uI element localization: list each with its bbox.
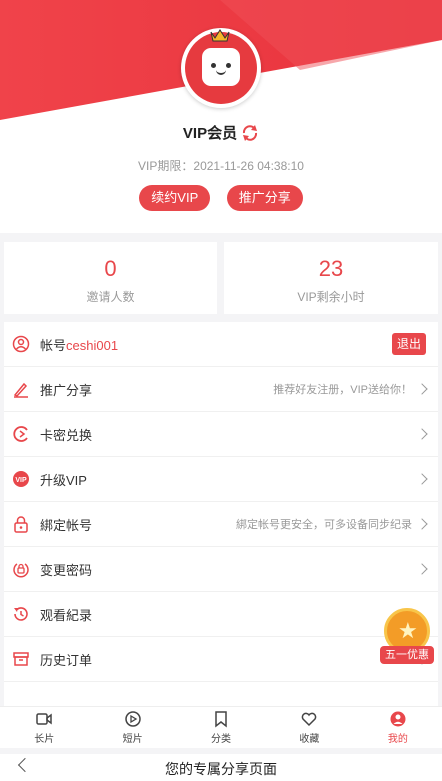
tab-short-videos[interactable]: 短片 bbox=[88, 707, 176, 748]
vip-title: VIP会员 bbox=[0, 122, 442, 145]
user-circle-icon bbox=[12, 335, 30, 353]
password-icon bbox=[12, 560, 30, 578]
chevron-right-icon bbox=[416, 563, 428, 575]
crown-icon bbox=[210, 29, 230, 42]
menu-item-order-history[interactable]: 历史订单 bbox=[4, 637, 438, 682]
tab-label: 短片 bbox=[122, 734, 143, 745]
menu-item-bind-account[interactable]: 綁定帐号 綁定帐号更安全，可多设备同步纪录 bbox=[4, 502, 438, 547]
menu-item-upgrade-vip[interactable]: VIP 升级VIP bbox=[4, 457, 438, 502]
bookmark-icon bbox=[215, 711, 227, 728]
vip-hours-label: VIP剩余小时 bbox=[297, 290, 365, 304]
lock-icon bbox=[12, 515, 30, 533]
tab-label: 收藏 bbox=[299, 734, 320, 745]
menu-item-watch-history[interactable]: 观看紀录 bbox=[4, 592, 438, 637]
menu-item-share[interactable]: 推广分享 推荐好友注册，VIP送给你！ bbox=[4, 367, 438, 412]
tab-long-videos[interactable]: 长片 bbox=[0, 707, 88, 748]
chevron-right-icon bbox=[416, 473, 428, 485]
invites-label: 邀请人数 bbox=[86, 290, 135, 304]
tab-label: 我的 bbox=[387, 734, 408, 745]
vip-hours-count: 23 bbox=[318, 256, 344, 281]
menu-item-change-password[interactable]: 变更密码 bbox=[4, 547, 438, 592]
tab-favorites[interactable]: 收藏 bbox=[265, 707, 353, 748]
page-title: 您的专属分享页面 bbox=[165, 761, 277, 777]
menu-item-label: 推广分享 bbox=[40, 382, 93, 398]
tab-mine[interactable]: 我的 bbox=[354, 707, 442, 748]
promo-badge-label: 五一优惠 bbox=[380, 646, 434, 664]
chevron-right-icon bbox=[416, 428, 428, 440]
card-icon bbox=[12, 425, 30, 443]
promo-badge[interactable]: ★ 五一优惠 bbox=[380, 608, 434, 666]
user-icon bbox=[390, 711, 406, 727]
menu-item-label: 变更密码 bbox=[40, 562, 93, 578]
menu-item-label: 卡密兑换 bbox=[40, 427, 93, 443]
menu-item-label: 历史订单 bbox=[40, 652, 93, 668]
pen-icon bbox=[12, 380, 30, 398]
play-icon bbox=[124, 711, 141, 727]
order-icon bbox=[12, 650, 30, 668]
bottom-nav-bar: 您的专属分享页面 bbox=[0, 754, 442, 781]
video-icon bbox=[36, 713, 52, 725]
heart-icon bbox=[302, 712, 317, 727]
menu-item-label: 升级VIP bbox=[40, 472, 87, 488]
menu-item-hint: 推荐好友注册，VIP送给你！ bbox=[273, 384, 412, 396]
account-row: 帐号ceshi001 退出 bbox=[4, 322, 438, 367]
vip-title-text: VIP会员 bbox=[182, 125, 238, 142]
menu-item-label: 綁定帐号 bbox=[40, 517, 93, 533]
tab-label: 分类 bbox=[211, 734, 232, 745]
menu-item-hint: 綁定帐号更安全，可多设备同步纪录 bbox=[236, 519, 412, 531]
svg-text:VIP: VIP bbox=[15, 477, 27, 484]
tab-label: 长片 bbox=[34, 734, 55, 745]
menu-item-card-redeem[interactable]: 卡密兑换 bbox=[4, 412, 438, 457]
renew-vip-button[interactable]: 续约VIP bbox=[139, 185, 211, 211]
tab-bar: 长片 短片 分类 收藏 我的 bbox=[0, 706, 442, 748]
settings-menu: 帐号ceshi001 退出 推广分享 推荐好友注册，VIP送给你！ 卡密兑换 V… bbox=[4, 322, 438, 706]
invites-stat: 0 邀请人数 bbox=[4, 242, 217, 314]
mascot-icon bbox=[202, 48, 240, 86]
logout-button[interactable]: 退出 bbox=[391, 333, 426, 355]
vip-icon: VIP bbox=[12, 470, 30, 488]
invites-count: 0 bbox=[104, 256, 117, 281]
chevron-right-icon bbox=[416, 518, 428, 530]
vip-hours-stat: 23 VIP剩余小时 bbox=[224, 242, 438, 314]
refresh-icon[interactable] bbox=[241, 125, 259, 145]
history-icon bbox=[12, 605, 30, 623]
share-button[interactable]: 推广分享 bbox=[226, 185, 303, 211]
chevron-right-icon bbox=[416, 383, 428, 395]
account-prefix: 帐号 bbox=[40, 337, 67, 353]
vip-expiry: VIP期限：2021-11-26 04:38:10 bbox=[138, 159, 304, 173]
profile-header: VIP会员 VIP期限：2021-11-26 04:38:10 续约VIP 推广… bbox=[0, 0, 442, 233]
menu-item-label: 观看紀录 bbox=[40, 607, 93, 623]
account-name: ceshi001 bbox=[66, 337, 119, 353]
tab-categories[interactable]: 分类 bbox=[177, 707, 265, 748]
